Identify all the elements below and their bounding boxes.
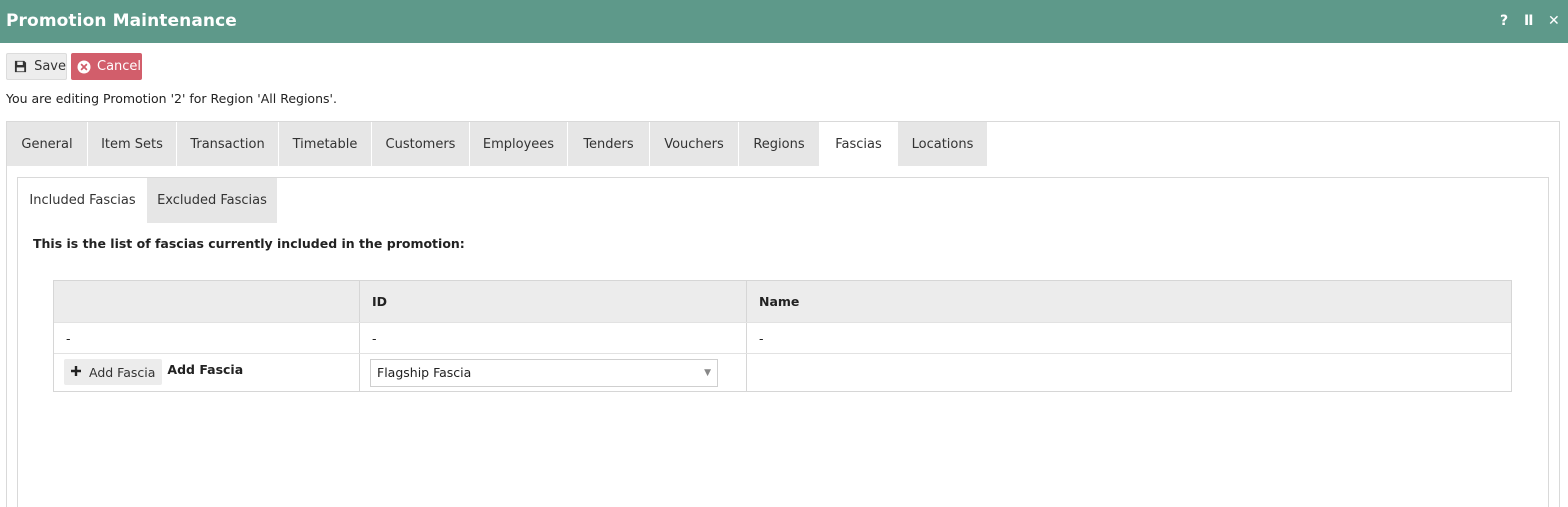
included-fascias-description: This is the list of fascias currently in… — [33, 236, 465, 251]
editing-status: You are editing Promotion '2' for Region… — [6, 91, 337, 106]
tab-customers[interactable]: Customers — [372, 122, 470, 166]
help-icon[interactable]: ? — [1500, 12, 1508, 30]
tab-general[interactable]: General — [7, 122, 88, 166]
tab-tenders[interactable]: Tenders — [568, 122, 650, 166]
plus-icon — [70, 364, 82, 381]
add-fascia-row: Add Fascia Add Fascia Flagship Fascia ▼ — [54, 353, 1511, 391]
column-header-id: ID — [359, 281, 746, 322]
tab-vouchers[interactable]: Vouchers — [650, 122, 739, 166]
tab-locations[interactable]: Locations — [898, 122, 988, 166]
column-header-name: Name — [746, 281, 1511, 322]
column-header-actions — [54, 281, 359, 322]
tab-fascias[interactable]: Fascias — [820, 122, 898, 166]
fascia-table: ID Name - - - Add Fascia Add Fascia Flag… — [53, 280, 1512, 392]
window-title: Promotion Maintenance — [6, 11, 237, 31]
cancel-circle-icon — [71, 60, 97, 74]
fascia-select-value: Flagship Fascia — [377, 365, 472, 380]
table-cell: - — [746, 323, 1511, 353]
tab-employees[interactable]: Employees — [470, 122, 568, 166]
pause-icon[interactable]: II — [1524, 12, 1533, 30]
table-cell: - — [359, 323, 746, 353]
add-fascia-cell: Add Fascia Add Fascia — [54, 354, 359, 391]
fascia-select[interactable]: Flagship Fascia ▼ — [370, 358, 718, 387]
add-fascia-button-label: Add Fascia — [89, 364, 156, 380]
add-fascia-button[interactable]: Add Fascia — [64, 359, 163, 385]
subtab-excluded-fascias[interactable]: Excluded Fascias — [147, 178, 277, 223]
fascia-subtabs: Included Fascias Excluded Fascias — [18, 178, 277, 223]
title-bar: Promotion Maintenance ? II ✕ — [0, 0, 1568, 43]
subtab-included-fascias[interactable]: Included Fascias — [18, 178, 147, 223]
table-cell — [746, 354, 1511, 391]
table-row: - - - — [54, 322, 1511, 353]
close-icon[interactable]: ✕ — [1548, 12, 1560, 30]
cancel-button[interactable]: Cancel — [71, 53, 142, 80]
cancel-button-label: Cancel — [97, 59, 142, 74]
dropdown-arrow-icon: ▼ — [704, 367, 711, 378]
add-fascia-label: Add Fascia — [167, 362, 244, 377]
floppy-disk-icon — [7, 60, 34, 73]
save-button-label: Save — [34, 59, 66, 74]
table-header-row: ID Name — [54, 281, 1511, 322]
tab-item-sets[interactable]: Item Sets — [88, 122, 177, 166]
tab-transaction[interactable]: Transaction — [177, 122, 279, 166]
tab-timetable[interactable]: Timetable — [279, 122, 372, 166]
fascia-select-cell: Flagship Fascia ▼ — [359, 354, 746, 391]
tab-regions[interactable]: Regions — [739, 122, 820, 166]
main-tabs: General Item Sets Transaction Timetable … — [7, 122, 988, 166]
save-button[interactable]: Save — [6, 53, 67, 80]
table-cell: - — [66, 330, 71, 346]
